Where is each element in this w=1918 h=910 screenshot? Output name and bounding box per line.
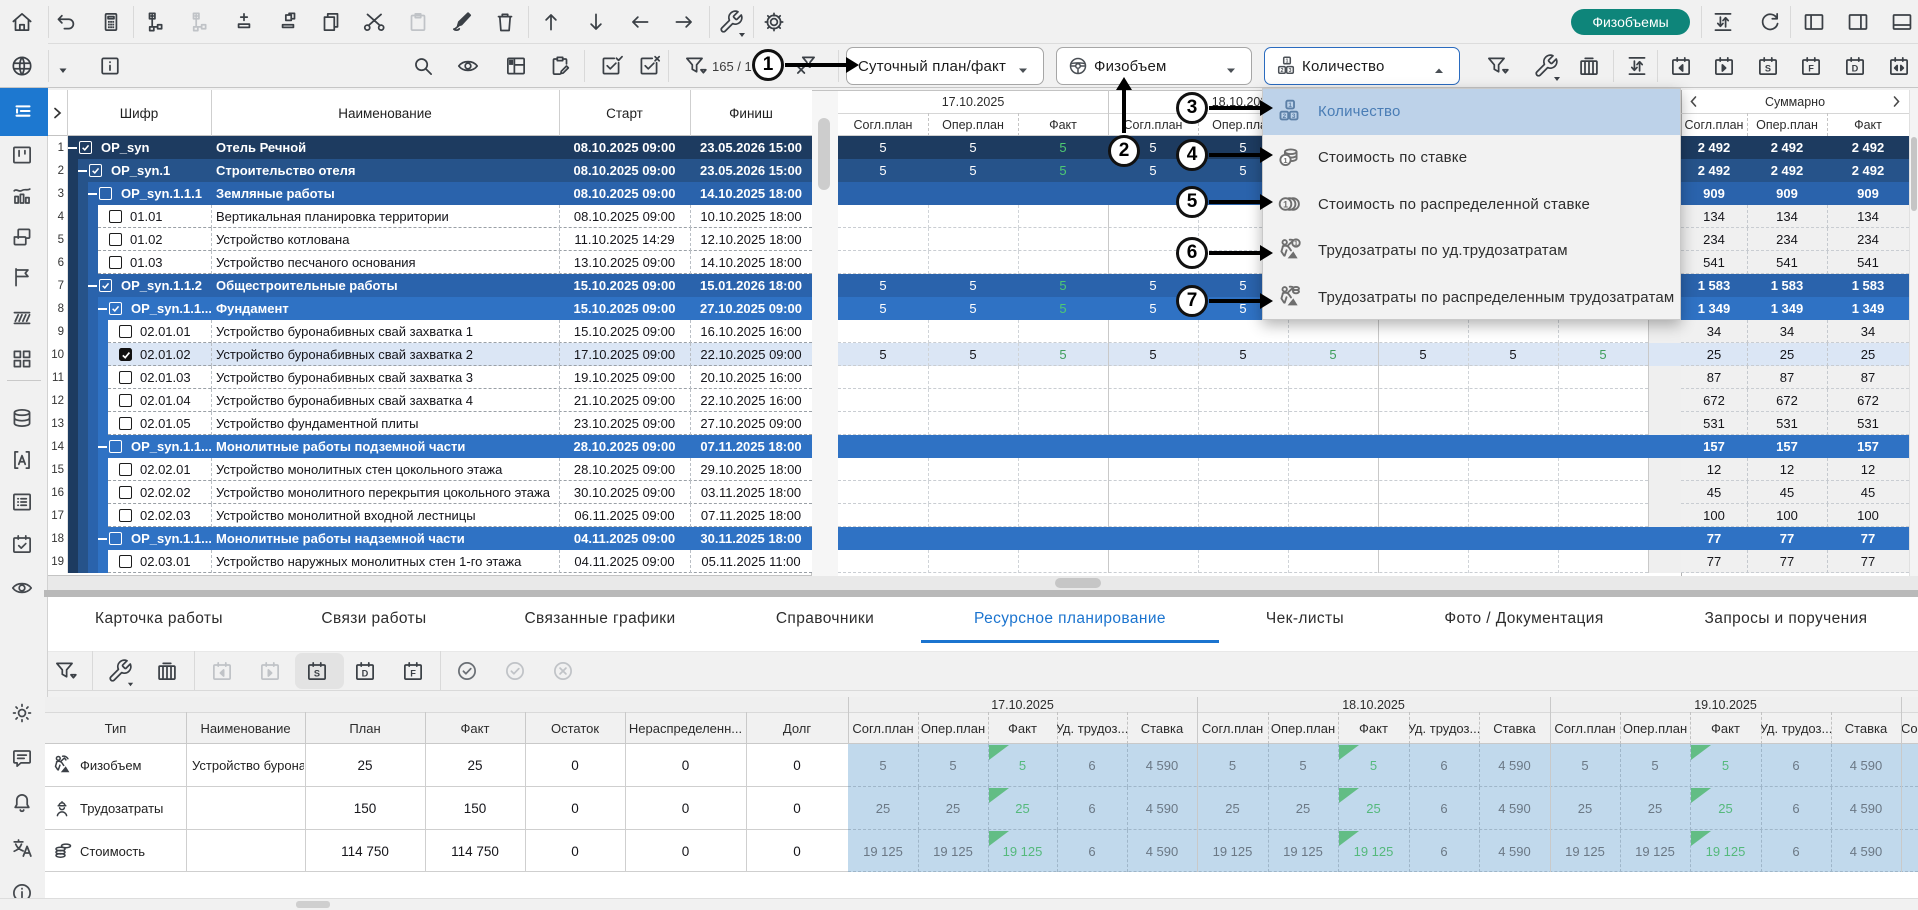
svg-text:1: 1 — [1283, 199, 1288, 209]
svg-text:D: D — [362, 668, 369, 678]
svg-text:3: 3 — [1289, 68, 1292, 74]
svg-text:1: 1 — [1288, 102, 1292, 109]
svg-text:S: S — [1765, 63, 1771, 73]
svg-text:3: 3 — [1292, 113, 1296, 120]
svg-text:1: 1 — [1294, 241, 1298, 248]
svg-text:S: S — [314, 668, 320, 678]
svg-text:2: 2 — [1283, 113, 1287, 120]
svg-text:F: F — [410, 668, 416, 678]
svg-text:1: 1 — [1283, 156, 1287, 165]
svg-text:F: F — [1808, 63, 1814, 73]
svg-text:2: 2 — [1281, 68, 1284, 74]
svg-text:D: D — [1852, 63, 1859, 73]
svg-text:1: 1 — [1286, 58, 1289, 64]
